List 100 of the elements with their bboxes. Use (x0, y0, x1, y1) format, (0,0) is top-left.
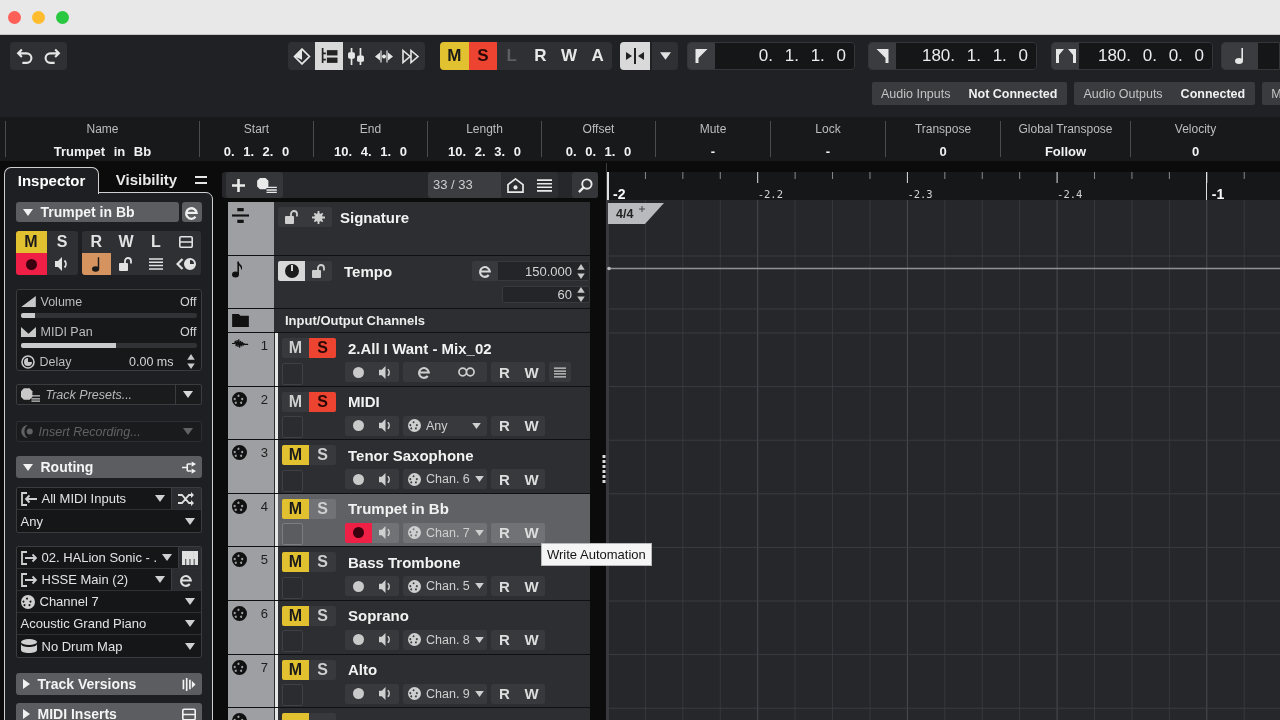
track-row[interactable]: 6 M S Soprano Chan. 8 R W (228, 600, 590, 655)
signature-marker[interactable]: 4/4 (608, 203, 664, 224)
dropdown-button[interactable] (652, 42, 678, 70)
read-button[interactable]: R (491, 683, 518, 704)
routing-icon[interactable] (181, 460, 196, 474)
info-value[interactable]: 10. 2. 3. 0 (448, 144, 521, 159)
value-field[interactable]: 60 (502, 285, 590, 303)
read-button[interactable]: R (491, 415, 518, 436)
side-button[interactable] (178, 547, 201, 568)
list-icon[interactable] (536, 178, 552, 192)
add-icon[interactable] (231, 178, 245, 192)
section-header[interactable]: Track Versions (15, 673, 202, 695)
track-row[interactable]: 1 M S 2.All I Want - Mix_02 R W (228, 333, 590, 387)
side-button[interactable] (170, 488, 201, 509)
track-row[interactable]: 2 M S MIDI Any R W (228, 386, 590, 441)
fader-track[interactable] (20, 343, 197, 348)
section-header[interactable]: MIDI Inserts (15, 703, 202, 720)
mute-button[interactable]: M (282, 552, 309, 573)
routing-dropdown[interactable]: Acoustic Grand Piano (16, 613, 201, 634)
write-button[interactable]: W (518, 469, 545, 490)
mute-button[interactable]: M (282, 659, 309, 680)
solo-button[interactable]: S (309, 659, 336, 680)
mute-button[interactable]: M (282, 445, 309, 466)
view-button[interactable] (315, 42, 343, 70)
info-value[interactable]: 0 (939, 144, 947, 159)
window-icon[interactable] (181, 707, 196, 720)
spin-arrows-icon[interactable] (186, 354, 195, 369)
read-button[interactable]: R (491, 576, 518, 597)
info-value[interactable]: 10. 4. 1. 0 (334, 144, 407, 159)
solo-button[interactable]: S (309, 391, 336, 412)
menu-icon[interactable] (195, 175, 207, 184)
presets-dropdown[interactable]: Track Presets... (15, 384, 202, 405)
folder-track[interactable]: Input/Output Channels (228, 309, 590, 333)
connection-panel[interactable]: Audio Outputs Connected (1074, 82, 1256, 105)
solo-button[interactable]: S (468, 42, 498, 70)
info-value[interactable]: 0. 0. 1. 0 (565, 144, 632, 159)
info-value[interactable]: 0 (1191, 144, 1200, 159)
read-button[interactable]: R (491, 362, 518, 382)
power-button[interactable] (278, 261, 305, 281)
track-row[interactable]: 3 M S Tenor Saxophone Chan. 6 R W (228, 440, 590, 494)
write-button[interactable]: W (518, 522, 545, 543)
write-button[interactable]: W (518, 629, 545, 650)
info-value[interactable]: 0. 1. 2. 0 (223, 144, 290, 159)
routing-dropdown[interactable]: Any (16, 510, 201, 532)
redo-icon[interactable] (44, 47, 62, 65)
mute-button[interactable]: M (282, 391, 309, 412)
channel-dropdown[interactable]: Chan. 8 (403, 629, 487, 650)
track-row[interactable]: 7 M S Alto Chan. 9 R W (228, 654, 590, 709)
connection-panel[interactable]: M (1262, 82, 1280, 105)
edit-button[interactable] (472, 261, 497, 281)
mute-button[interactable]: M (282, 498, 309, 519)
routing-dropdown[interactable]: All MIDI Inputs (16, 488, 171, 509)
routing-dropdown[interactable]: Channel 7 (16, 591, 201, 612)
delay-value[interactable]: 0.00 ms (129, 354, 174, 369)
solo-button[interactable]: S (309, 552, 336, 573)
info-value[interactable]: - (825, 144, 831, 159)
lanes-button[interactable]: L (141, 231, 171, 253)
section-header[interactable]: Routing (15, 456, 202, 478)
versions-icon[interactable] (181, 677, 196, 691)
info-value[interactable]: - (710, 144, 716, 159)
info-value[interactable]: Follow (1044, 144, 1087, 159)
read-button[interactable]: R (491, 629, 518, 650)
automation-button[interactable]: A (583, 42, 612, 70)
undo-icon[interactable] (15, 47, 33, 65)
solo-button[interactable]: S (309, 338, 336, 358)
channel-dropdown[interactable]: Chan. 5 (403, 576, 487, 597)
timebase-button[interactable] (81, 253, 112, 275)
write-button[interactable]: W (554, 42, 584, 70)
read-button[interactable]: R (81, 231, 112, 253)
record-button[interactable] (345, 522, 372, 543)
channel-dropdown[interactable]: Chan. 9 (403, 683, 487, 704)
search-icon[interactable] (577, 177, 593, 193)
track-header[interactable]: Trumpet in Bb (15, 202, 179, 222)
solo-button[interactable]: S (46, 231, 78, 253)
mute-button[interactable]: M (282, 605, 309, 626)
edit-button[interactable] (181, 202, 202, 222)
tempo-track[interactable]: Tempo 150.000 60 (228, 256, 590, 309)
connection-panel[interactable]: Audio Inputs Not Connected (872, 82, 1068, 105)
solo-button[interactable]: S (309, 445, 336, 466)
read-button[interactable]: R (491, 522, 518, 543)
routing-dropdown[interactable]: 02. HALion Sonic - . (16, 547, 179, 568)
channel-dropdown[interactable]: Any (403, 415, 487, 436)
fader-track[interactable] (20, 313, 197, 318)
read-button[interactable]: R (525, 42, 555, 70)
write-button[interactable]: W (111, 231, 141, 253)
add-track-icon[interactable] (256, 177, 278, 193)
write-button[interactable]: W (518, 415, 545, 436)
mute-button[interactable]: M (282, 338, 309, 358)
routing-dropdown[interactable]: HSSE Main (2) (16, 569, 171, 590)
mute-button[interactable]: M (15, 231, 47, 253)
autoscroll-button[interactable] (620, 42, 650, 70)
ruler[interactable]: -2 -2.2 -2.3 -2.4 -1 (607, 172, 1280, 200)
track-row[interactable]: 4 M S Trumpet in Bb Chan. 7 R W (228, 493, 590, 548)
read-button[interactable]: R (491, 469, 518, 490)
side-button[interactable] (170, 569, 201, 590)
mute-button[interactable]: M (440, 42, 469, 70)
write-button[interactable]: W (518, 362, 545, 382)
record-button[interactable] (15, 253, 47, 275)
tempo-field[interactable]: 150.000 (497, 261, 590, 281)
inspector-tab[interactable]: Visibility (99, 167, 194, 192)
